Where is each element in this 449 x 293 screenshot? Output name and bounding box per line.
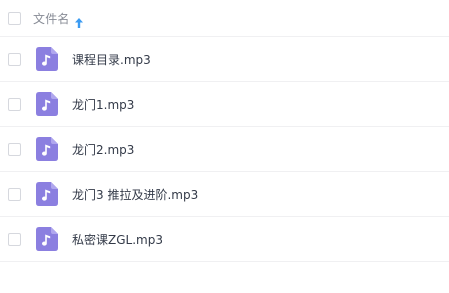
file-list-header: 文件名 <box>0 0 449 37</box>
audio-file-icon <box>36 182 58 206</box>
file-name[interactable]: 课程目录.mp3 <box>72 51 151 68</box>
file-checkbox[interactable] <box>8 187 21 201</box>
column-header-filename[interactable]: 文件名 <box>33 10 70 27</box>
audio-file-icon <box>36 227 58 251</box>
file-name[interactable]: 龙门1.mp3 <box>72 96 134 113</box>
file-row[interactable]: 龙门3 推拉及进阶.mp3 <box>0 172 449 217</box>
file-checkbox[interactable] <box>8 232 21 246</box>
file-row[interactable]: 私密课ZGL.mp3 <box>0 217 449 262</box>
file-row[interactable]: 龙门1.mp3 <box>0 82 449 127</box>
file-name[interactable]: 龙门2.mp3 <box>72 141 134 158</box>
file-list: 文件名 课程目录.mp3 龙门1.mp3 龙门2.mp3 龙门3 推拉及进阶.m… <box>0 0 449 293</box>
file-checkbox[interactable] <box>8 97 21 111</box>
audio-file-icon <box>36 47 58 71</box>
file-name[interactable]: 私密课ZGL.mp3 <box>72 231 163 248</box>
file-checkbox[interactable] <box>8 52 21 66</box>
audio-file-icon <box>36 92 58 116</box>
audio-file-icon <box>36 137 58 161</box>
file-checkbox[interactable] <box>8 142 21 156</box>
file-name[interactable]: 龙门3 推拉及进阶.mp3 <box>72 186 198 203</box>
select-all-checkbox[interactable] <box>8 11 21 25</box>
file-row[interactable]: 龙门2.mp3 <box>0 127 449 172</box>
sort-ascending-icon[interactable] <box>74 13 83 28</box>
file-row[interactable]: 课程目录.mp3 <box>0 37 449 82</box>
